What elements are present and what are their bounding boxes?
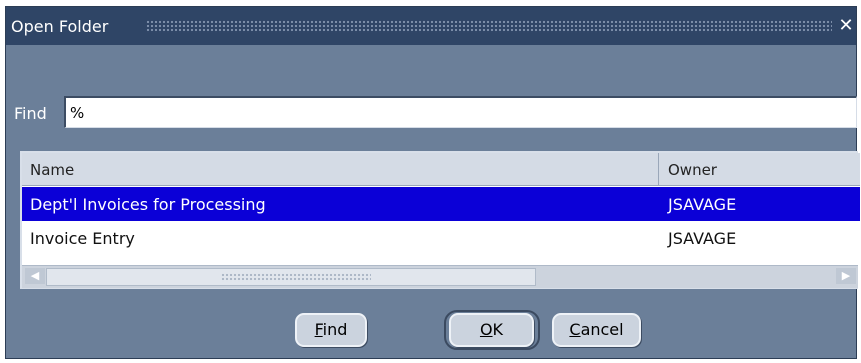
table-row[interactable]: Invoice Entry JSAVAGE: [22, 221, 860, 255]
scrollbar-grip: [221, 273, 371, 282]
column-header-name[interactable]: Name: [22, 153, 659, 185]
cell-owner: JSAVAGE: [668, 195, 737, 214]
cell-name: Invoice Entry: [30, 229, 135, 248]
find-button-mnemonic: F: [314, 320, 323, 339]
find-button[interactable]: Find: [295, 313, 367, 347]
open-folder-dialog: Open Folder ✕ Find % Name Owner Dept'l I…: [5, 6, 860, 359]
window-title: Open Folder: [11, 17, 109, 36]
scrollbar-thumb[interactable]: [46, 268, 536, 286]
table-row[interactable]: Dept'l Invoices for Processing JSAVAGE: [22, 187, 860, 221]
cell-owner: JSAVAGE: [668, 229, 737, 248]
arrow-right-icon[interactable]: ▶: [836, 268, 856, 284]
horizontal-scrollbar[interactable]: ◀ ▶: [22, 265, 858, 288]
cell-name: Dept'l Invoices for Processing: [30, 195, 266, 214]
table-header: Name Owner: [22, 153, 860, 186]
ok-button-label: K: [492, 320, 504, 339]
cancel-button-mnemonic: C: [569, 320, 581, 339]
folder-table: Name Owner Dept'l Invoices for Processin…: [20, 151, 860, 289]
find-button-label: ind: [322, 320, 348, 339]
title-bar[interactable]: Open Folder ✕: [6, 7, 856, 45]
find-input[interactable]: %: [64, 96, 857, 128]
ok-button-mnemonic: O: [479, 320, 493, 339]
arrow-left-icon[interactable]: ◀: [25, 268, 45, 284]
ok-button[interactable]: OK: [449, 313, 534, 347]
cancel-button[interactable]: Cancel: [552, 313, 641, 347]
cancel-button-label: ancel: [580, 320, 624, 339]
find-label: Find: [14, 104, 47, 123]
title-bar-drag-grip[interactable]: [146, 20, 832, 33]
close-icon[interactable]: ✕: [836, 14, 856, 38]
